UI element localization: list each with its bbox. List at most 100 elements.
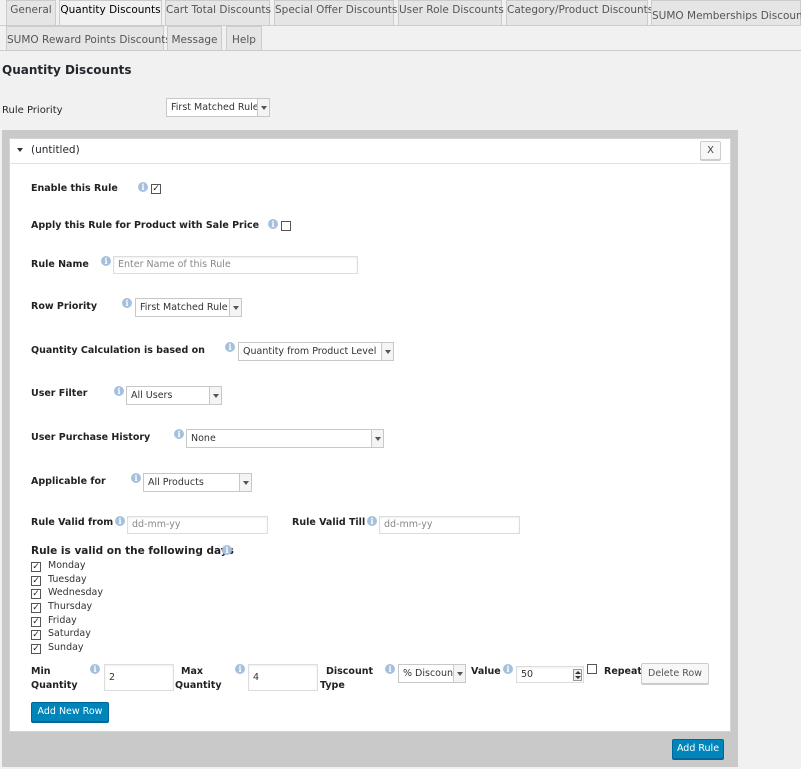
tab-cart-total-discounts[interactable]: Cart Total Discounts (165, 0, 271, 26)
repeat-checkbox[interactable] (587, 664, 597, 674)
info-icon: i (503, 664, 513, 674)
min-quantity-input[interactable]: 2 (104, 664, 174, 691)
info-icon: i (367, 516, 377, 526)
purchase-history-select[interactable]: None (186, 429, 384, 448)
day-checkbox-tuesday[interactable]: ✓ (31, 576, 41, 586)
day-label-monday: Monday (48, 560, 86, 571)
tab-quantity-discounts[interactable]: Quantity Discounts (59, 0, 162, 27)
valid-from-label: Rule Valid from (31, 517, 114, 528)
day-checkbox-monday[interactable]: ✓ (31, 562, 41, 572)
min-quantity-label: Min (31, 666, 51, 677)
valid-from-input[interactable]: dd-mm-yy (127, 516, 268, 534)
valid-till-input[interactable]: dd-mm-yy (379, 516, 520, 534)
enable-rule-checkbox[interactable]: ✓ (151, 184, 161, 194)
value-input-text: 50 (521, 669, 534, 680)
day-checkbox-saturday[interactable]: ✓ (31, 630, 41, 640)
sale-price-label: Apply this Rule for Product with Sale Pr… (31, 220, 260, 231)
chevron-down-icon (229, 299, 241, 316)
tab-message[interactable]: Message (167, 26, 222, 51)
rule-priority-select[interactable]: First Matched Rule (166, 98, 270, 117)
value-input[interactable]: 50 (516, 666, 584, 683)
info-icon: i (222, 545, 232, 555)
applicable-for-value: All Products (148, 477, 204, 488)
applicable-for-label: Applicable for (31, 476, 106, 487)
enable-rule-label: Enable this Rule (31, 183, 118, 194)
purchase-history-value: None (191, 433, 216, 444)
tab-help[interactable]: Help (226, 26, 262, 51)
user-filter-select[interactable]: All Users (126, 386, 222, 405)
rule-priority-label: Rule Priority (2, 105, 63, 116)
day-label-sunday: Sunday (48, 642, 84, 653)
row-priority-select[interactable]: First Matched Rule (135, 298, 242, 317)
discount-type-label-line2: Type (320, 680, 345, 691)
info-icon: i (122, 298, 132, 308)
tab-category-product-discounts[interactable]: Category/Product Discounts (506, 0, 653, 26)
chevron-down-icon (371, 430, 383, 447)
chevron-down-icon (381, 343, 393, 360)
qty-calc-label: Quantity Calculation is based on (31, 345, 205, 356)
row-priority-value: First Matched Rule (140, 302, 228, 313)
discount-type-value: % Discount (403, 668, 457, 679)
info-icon: i (90, 664, 100, 674)
chevron-down-icon (209, 387, 221, 404)
discount-type-label: Discount (326, 666, 374, 677)
info-icon: i (101, 256, 111, 266)
user-filter-label: User Filter (31, 388, 88, 399)
max-quantity-label: Max (181, 666, 203, 677)
chevron-down-icon (453, 665, 465, 682)
discount-type-select[interactable]: % Discount (398, 664, 466, 683)
page-title: Quantity Discounts (2, 63, 132, 77)
rule-name-input[interactable]: Enter Name of this Rule (113, 256, 358, 274)
valid-till-label: Rule Valid Till (292, 517, 366, 528)
info-icon: i (385, 664, 395, 674)
tab-general[interactable]: General (6, 0, 56, 26)
day-checkbox-wednesday[interactable]: ✓ (31, 589, 41, 599)
add-new-row-button[interactable]: Add New Row (31, 702, 109, 722)
tab-sumo-memberships-discounts[interactable]: SUMO Memberships Discounts (651, 0, 801, 26)
chevron-down-icon (239, 474, 251, 491)
valid-days-label: Rule is valid on the following days (31, 545, 234, 557)
info-icon: i (114, 386, 124, 396)
info-icon: i (268, 219, 278, 229)
sale-price-checkbox[interactable] (281, 221, 291, 231)
user-filter-value: All Users (131, 390, 173, 401)
day-checkbox-thursday[interactable]: ✓ (31, 603, 41, 613)
purchase-history-label: User Purchase History (31, 432, 151, 443)
applicable-for-select[interactable]: All Products (143, 473, 252, 492)
stepper-icon[interactable] (573, 669, 582, 681)
chevron-down-icon (257, 99, 269, 116)
qty-calc-value: Quantity from Product Level (243, 346, 377, 357)
row-priority-label: Row Priority (31, 301, 98, 312)
close-rule-button[interactable]: X (700, 141, 721, 160)
day-checkbox-sunday[interactable]: ✓ (31, 644, 41, 654)
tab-user-role-discounts[interactable]: User Role Discounts (398, 0, 504, 26)
qty-calc-select[interactable]: Quantity from Product Level (238, 342, 394, 361)
tab-row-2-divider (0, 50, 801, 51)
rule-priority-value: First Matched Rule (171, 102, 259, 113)
info-icon: i (235, 664, 245, 674)
value-label: Value (471, 666, 501, 677)
day-checkbox-friday[interactable]: ✓ (31, 617, 41, 627)
tab-sumo-reward-points-discounts[interactable]: SUMO Reward Points Discounts (6, 26, 171, 51)
day-label-saturday: Saturday (48, 628, 91, 639)
day-label-tuesday: Tuesday (48, 574, 87, 585)
info-icon: i (225, 342, 235, 352)
day-label-friday: Friday (48, 615, 77, 626)
delete-row-button[interactable]: Delete Row (641, 663, 709, 684)
min-quantity-label-line2: Quantity (31, 680, 78, 691)
max-quantity-label-line2: Quantity (175, 680, 222, 691)
rule-title[interactable]: (untitled) (31, 144, 80, 156)
rule-name-label: Rule Name (31, 259, 89, 270)
info-icon: i (131, 473, 141, 483)
info-icon: i (174, 429, 184, 439)
info-icon: i (138, 182, 148, 192)
repeat-label: Repeat (604, 666, 642, 677)
caret-down-icon[interactable] (17, 148, 23, 152)
max-quantity-input[interactable]: 4 (248, 664, 318, 691)
rule-panel-header-divider (9, 163, 731, 164)
day-label-wednesday: Wednesday (48, 587, 104, 598)
tab-special-offer-discounts[interactable]: Special Offer Discounts (274, 0, 397, 26)
add-rule-button[interactable]: Add Rule (672, 739, 724, 759)
day-label-thursday: Thursday (48, 601, 93, 612)
info-icon: i (115, 516, 125, 526)
